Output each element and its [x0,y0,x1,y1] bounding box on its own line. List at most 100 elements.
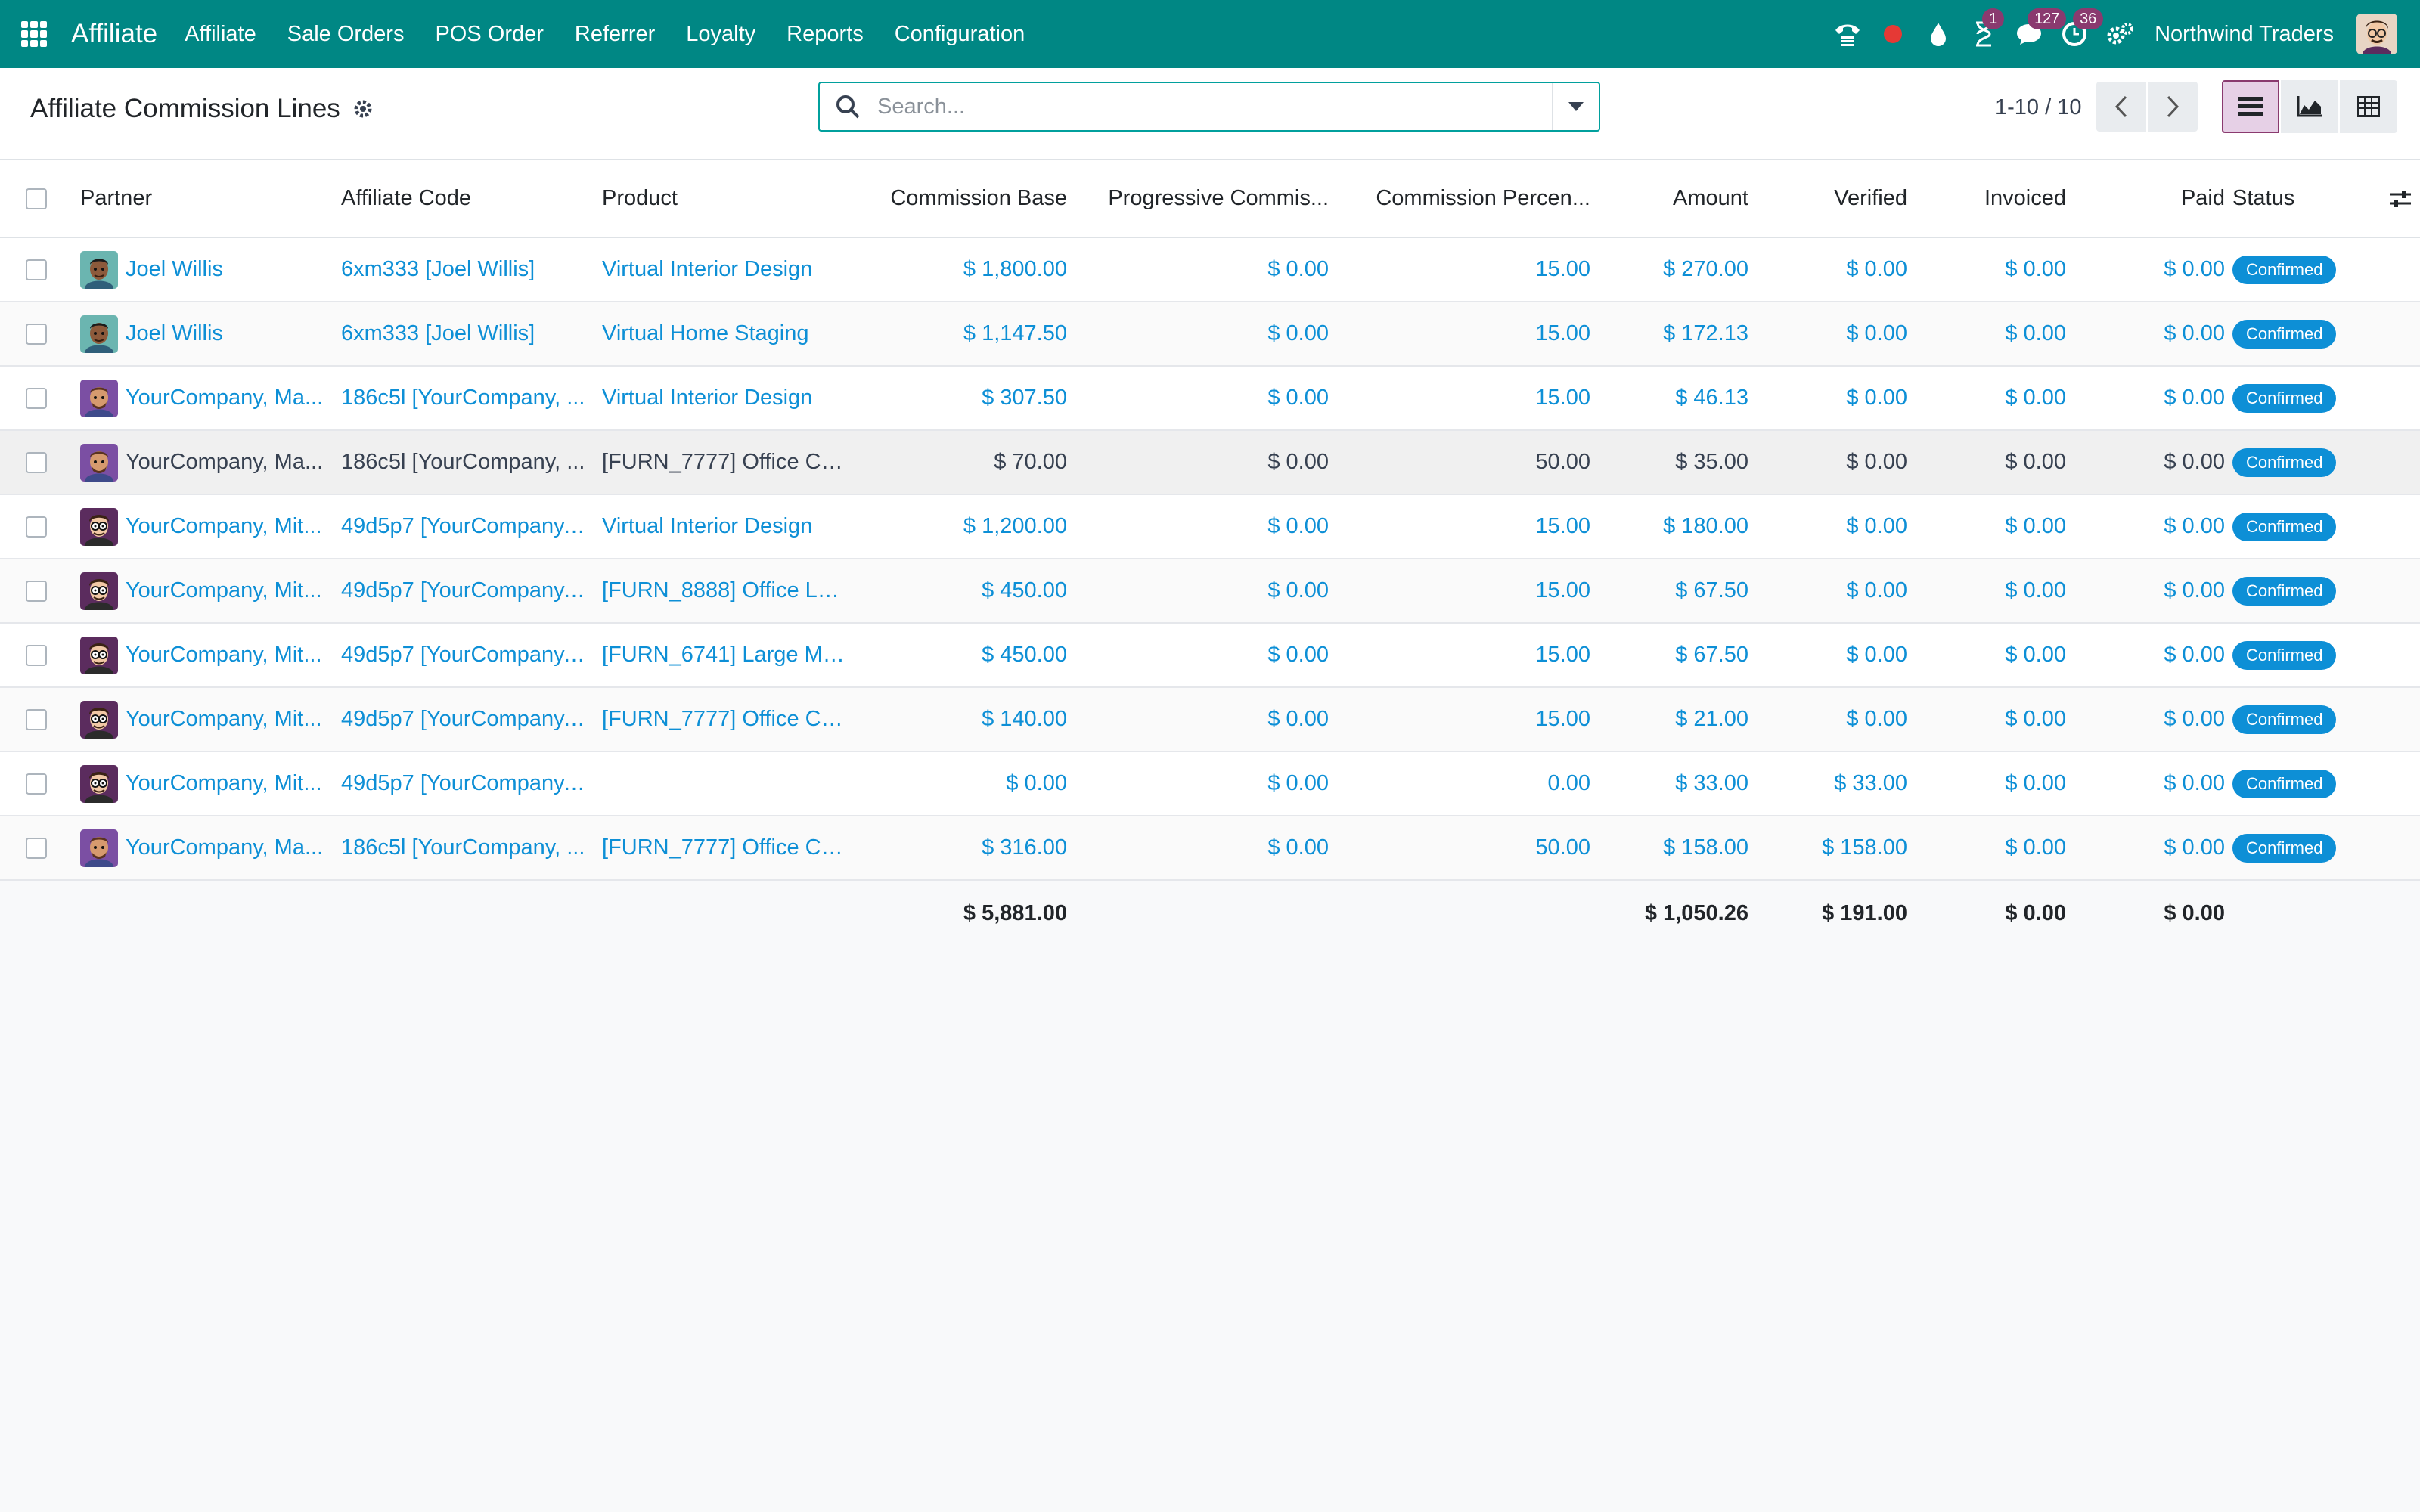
menu-pos-order[interactable]: POS Order [435,22,543,47]
search-input[interactable] [876,93,1552,120]
record-icon[interactable] [1878,19,1908,49]
product-cell[interactable]: Virtual Interior Design [594,494,855,559]
amount-cell[interactable]: $ 33.00 [1598,751,1756,816]
col-verified[interactable]: Verified [1756,160,1915,238]
progressive-commission-cell[interactable]: $ 0.00 [1075,816,1336,881]
partner-name[interactable]: YourCompany, Mit... [126,578,322,603]
product-cell[interactable]: [FURN_7777] Office Ch... [594,687,855,752]
verified-cell[interactable]: $ 0.00 [1756,237,1915,302]
table-row[interactable]: YourCompany, Mit... 49d5p7 [YourCompany,.… [0,751,2420,816]
graph-view-button[interactable] [2281,80,2338,133]
pivot-view-button[interactable] [2340,80,2397,133]
amount-cell[interactable]: $ 35.00 [1598,430,1756,495]
verified-cell[interactable]: $ 0.00 [1756,494,1915,559]
col-paid[interactable]: Paid [2074,160,2232,238]
invoiced-cell[interactable]: $ 0.00 [1915,559,2074,624]
paid-cell[interactable]: $ 0.00 [2074,302,2232,367]
table-row[interactable]: YourCompany, Ma... 186c5l [YourCompany, .… [0,366,2420,431]
invoiced-cell[interactable]: $ 0.00 [1915,816,2074,881]
col-commission-percent[interactable]: Commission Percen... [1336,160,1598,238]
paid-cell[interactable]: $ 0.00 [2074,237,2232,302]
commission-percent-cell[interactable]: 15.00 [1336,237,1598,302]
table-row[interactable]: Joel Willis 6xm333 [Joel Willis] Virtual H… [0,302,2420,367]
commission-base-cell[interactable]: $ 450.00 [855,623,1075,688]
affiliate-code-cell[interactable]: 49d5p7 [YourCompany,... [334,623,594,688]
apps-icon[interactable] [21,21,47,47]
amount-cell[interactable]: $ 21.00 [1598,687,1756,752]
paid-cell[interactable]: $ 0.00 [2074,366,2232,431]
paid-cell[interactable]: $ 0.00 [2074,430,2232,495]
row-checkbox[interactable] [26,709,47,731]
progressive-commission-cell[interactable]: $ 0.00 [1075,687,1336,752]
row-checkbox[interactable] [26,838,47,860]
select-all-checkbox[interactable] [26,188,47,210]
pager-next-button[interactable] [2148,82,2198,132]
commission-base-cell[interactable]: $ 316.00 [855,816,1075,881]
table-row[interactable]: YourCompany, Mit... 49d5p7 [YourCompany,.… [0,687,2420,752]
progressive-commission-cell[interactable]: $ 0.00 [1075,494,1336,559]
verified-cell[interactable]: $ 0.00 [1756,559,1915,624]
partner-name[interactable]: Joel Willis [126,321,223,346]
affiliate-code-cell[interactable]: 49d5p7 [YourCompany,... [334,559,594,624]
invoiced-cell[interactable]: $ 0.00 [1915,237,2074,302]
gear-icon[interactable] [352,98,374,119]
verified-cell[interactable]: $ 158.00 [1756,816,1915,881]
progressive-commission-cell[interactable]: $ 0.00 [1075,623,1336,688]
affiliate-code-cell[interactable]: 186c5l [YourCompany, ... [334,816,594,881]
amount-cell[interactable]: $ 67.50 [1598,623,1756,688]
affiliate-code-cell[interactable]: 49d5p7 [YourCompany,... [334,494,594,559]
table-row[interactable]: YourCompany, Ma... 186c5l [YourCompany, .… [0,430,2420,495]
row-checkbox[interactable] [26,773,47,795]
commission-percent-cell[interactable]: 0.00 [1336,751,1598,816]
amount-cell[interactable]: $ 67.50 [1598,559,1756,624]
commission-base-cell[interactable]: $ 1,200.00 [855,494,1075,559]
partner-cell[interactable]: YourCompany, Mit... [73,623,334,688]
product-cell[interactable]: Virtual Interior Design [594,237,855,302]
commission-base-cell[interactable]: $ 307.50 [855,366,1075,431]
verified-cell[interactable]: $ 0.00 [1756,623,1915,688]
settings-icon[interactable] [2105,19,2135,49]
affiliate-code-cell[interactable]: 186c5l [YourCompany, ... [334,430,594,495]
paid-cell[interactable]: $ 0.00 [2074,751,2232,816]
drop-icon[interactable] [1923,19,1953,49]
chat-icon[interactable]: 127 [2014,8,2067,49]
partner-cell[interactable]: YourCompany, Ma... [73,366,334,431]
partner-cell[interactable]: YourCompany, Mit... [73,559,334,624]
list-view-button[interactable] [2222,80,2279,133]
partner-cell[interactable]: Joel Willis [73,237,334,302]
col-product[interactable]: Product [594,160,855,238]
menu-reports[interactable]: Reports [786,22,864,47]
partner-cell[interactable]: YourCompany, Mit... [73,751,334,816]
table-row[interactable]: YourCompany, Mit... 49d5p7 [YourCompany,.… [0,559,2420,624]
product-cell[interactable] [594,751,855,816]
commission-percent-cell[interactable]: 50.00 [1336,430,1598,495]
table-row[interactable]: YourCompany, Mit... 49d5p7 [YourCompany,.… [0,494,2420,559]
verified-cell[interactable]: $ 0.00 [1756,430,1915,495]
clock-icon[interactable]: 36 [2059,8,2104,49]
affiliate-code-cell[interactable]: 6xm333 [Joel Willis] [334,237,594,302]
product-cell[interactable]: [FURN_7777] Office Ch... [594,816,855,881]
row-checkbox[interactable] [26,645,47,667]
app-title[interactable]: Affiliate [71,19,157,49]
row-checkbox[interactable] [26,259,47,281]
product-cell[interactable]: Virtual Home Staging [594,302,855,367]
partner-name[interactable]: YourCompany, Mit... [126,514,322,539]
table-row[interactable]: YourCompany, Ma... 186c5l [YourCompany, .… [0,816,2420,881]
partner-cell[interactable]: YourCompany, Ma... [73,816,334,881]
partner-name[interactable]: YourCompany, Mit... [126,707,322,732]
progressive-commission-cell[interactable]: $ 0.00 [1075,751,1336,816]
commission-base-cell[interactable]: $ 70.00 [855,430,1075,495]
row-checkbox[interactable] [26,581,47,603]
table-row[interactable]: YourCompany, Mit... 49d5p7 [YourCompany,.… [0,623,2420,688]
amount-cell[interactable]: $ 172.13 [1598,302,1756,367]
partner-name[interactable]: Joel Willis [126,257,223,282]
partner-name[interactable]: YourCompany, Ma... [126,835,323,860]
row-checkbox[interactable] [26,516,47,538]
phone-icon[interactable] [1832,19,1863,49]
verified-cell[interactable]: $ 0.00 [1756,687,1915,752]
menu-affiliate[interactable]: Affiliate [185,22,256,47]
col-amount[interactable]: Amount [1598,160,1756,238]
commission-percent-cell[interactable]: 15.00 [1336,559,1598,624]
commission-percent-cell[interactable]: 15.00 [1336,366,1598,431]
commission-percent-cell[interactable]: 15.00 [1336,623,1598,688]
